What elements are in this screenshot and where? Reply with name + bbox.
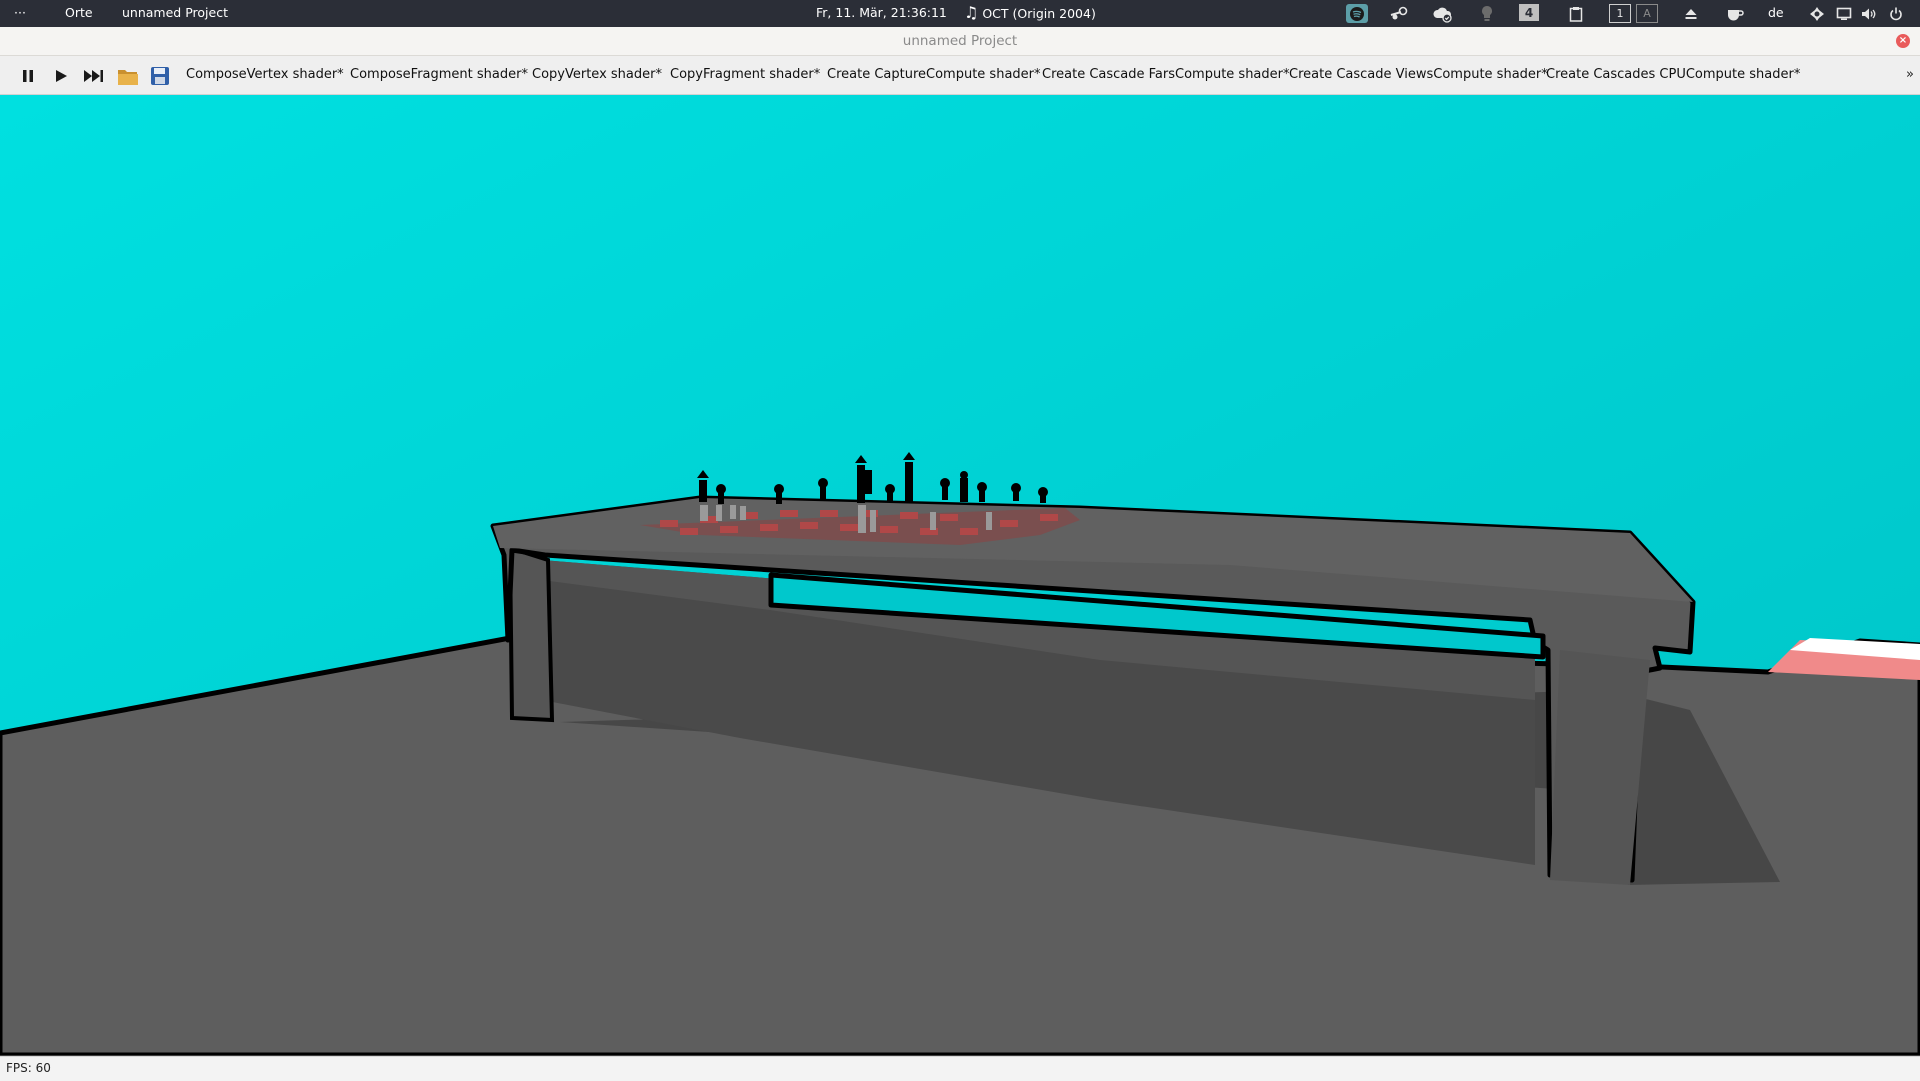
eject-icon[interactable] <box>1680 4 1702 23</box>
lightbulb-icon[interactable] <box>1476 4 1498 23</box>
tab-create-cascades-cpu-compute-shader[interactable]: Create Cascades CPUCompute shader* <box>1546 56 1800 94</box>
tab-compose-fragment-shader[interactable]: ComposeFragment shader* <box>350 56 528 94</box>
display-icon[interactable] <box>1833 4 1855 23</box>
save-button[interactable] <box>149 65 171 87</box>
close-button[interactable]: × <box>1896 34 1910 48</box>
media-title: OCT (Origin 2004) <box>982 6 1096 21</box>
open-button[interactable] <box>117 65 139 87</box>
keyboard-indicator-2[interactable]: A <box>1636 4 1658 23</box>
step-forward-button[interactable] <box>83 65 105 87</box>
language-indicator[interactable]: de <box>1768 0 1784 27</box>
toolbar: ComposeVertex shader* ComposeFragment sh… <box>0 56 1920 95</box>
open-folder-icon <box>118 70 138 85</box>
window-title: unnamed Project <box>902 33 1018 49</box>
top-panel: ··· Orte unnamed Project Fr, 11. Mär, 21… <box>0 0 1920 27</box>
save-icon <box>151 67 169 85</box>
places-menu[interactable]: Orte <box>65 0 93 27</box>
tab-create-cascade-views-compute-shader[interactable]: Create Cascade ViewsCompute shader* <box>1289 56 1548 94</box>
volume-icon[interactable] <box>1858 4 1880 23</box>
pause-icon <box>23 70 33 82</box>
cloud-sync-icon[interactable] <box>1432 4 1454 23</box>
window-titlebar[interactable]: unnamed Project × <box>0 27 1920 56</box>
play-button[interactable] <box>50 65 72 87</box>
clipboard-icon[interactable] <box>1565 4 1587 23</box>
coffee-icon[interactable] <box>1724 4 1746 23</box>
fps-counter: FPS: 60 <box>6 1061 51 1075</box>
media-indicator[interactable]: ♫ OCT (Origin 2004) <box>964 0 1096 27</box>
clock[interactable]: Fr, 11. Mär, 21:36:11 <box>816 0 947 27</box>
tab-copy-fragment-shader[interactable]: CopyFragment shader* <box>670 56 820 94</box>
pause-button[interactable] <box>17 65 39 87</box>
spotify-icon[interactable] <box>1346 4 1368 23</box>
tab-create-cascade-fars-compute-shader[interactable]: Create Cascade FarsCompute shader* <box>1042 56 1290 94</box>
app-menu[interactable]: unnamed Project <box>122 0 228 27</box>
keyboard-indicator-1[interactable]: 1 <box>1609 4 1631 23</box>
table-left-leg <box>507 545 555 723</box>
settings-icon[interactable] <box>1806 4 1828 23</box>
workspace-indicator[interactable]: 4 <box>1519 4 1539 21</box>
activities-button[interactable]: ··· <box>14 0 26 27</box>
music-note-icon: ♫ <box>964 3 979 22</box>
tab-compose-vertex-shader[interactable]: ComposeVertex shader* <box>186 56 344 94</box>
tab-create-capture-compute-shader[interactable]: Create CaptureCompute shader* <box>827 56 1041 94</box>
tab-copy-vertex-shader[interactable]: CopyVertex shader* <box>532 56 662 94</box>
play-icon <box>56 70 67 82</box>
render-viewport[interactable] <box>0 95 1920 1055</box>
status-bar: FPS: 60 <box>0 1056 1920 1081</box>
scene-render <box>0 95 1920 1055</box>
step-forward-icon <box>84 70 103 82</box>
power-icon[interactable] <box>1885 4 1907 23</box>
steam-icon[interactable] <box>1388 4 1410 23</box>
toolbar-overflow-button[interactable]: » <box>1906 56 1914 94</box>
